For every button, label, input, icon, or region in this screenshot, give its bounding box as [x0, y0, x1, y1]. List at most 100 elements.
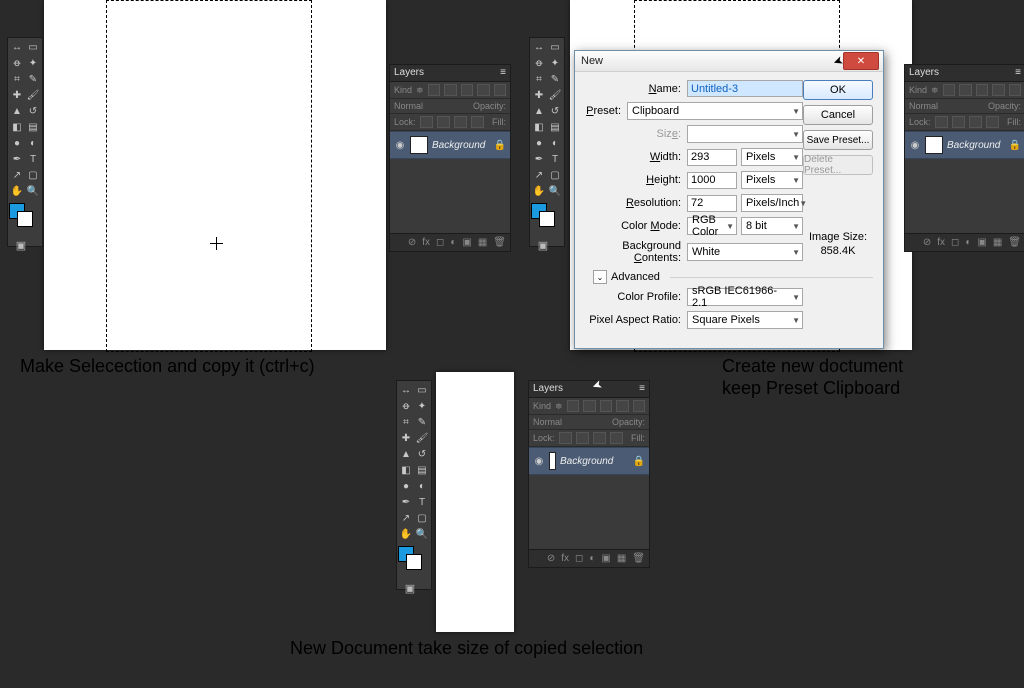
- link-layers-icon[interactable]: ⊘: [408, 237, 416, 248]
- trash-icon[interactable]: 🗑: [1008, 237, 1021, 248]
- layer-row-background[interactable]: ◉ Background 🔒: [905, 131, 1024, 159]
- move-tool-icon[interactable]: ↔: [10, 40, 24, 54]
- group-icon[interactable]: ▣: [977, 237, 986, 248]
- lock-pixel-icon[interactable]: [437, 116, 450, 128]
- filter-pixel-icon[interactable]: [567, 400, 579, 412]
- lock-pixel-icon[interactable]: [952, 116, 965, 128]
- preset-select[interactable]: Clipboard▼: [627, 102, 803, 120]
- width-field[interactable]: [687, 149, 737, 166]
- brush-tool-icon[interactable]: 🖌: [26, 88, 40, 102]
- layer-name-label[interactable]: Background: [560, 456, 629, 467]
- lock-all-icon[interactable]: [986, 116, 999, 128]
- gradient-tool-icon[interactable]: ▤: [26, 120, 40, 134]
- stamp-tool-icon[interactable]: ▲: [10, 104, 24, 118]
- shape-tool-icon[interactable]: ▢: [415, 511, 429, 525]
- close-icon[interactable]: ✕: [843, 52, 879, 70]
- healing-tool-icon[interactable]: ✚: [10, 88, 24, 102]
- gradient-tool-icon[interactable]: ▤: [415, 463, 429, 477]
- wand-tool-icon[interactable]: ✦: [548, 56, 562, 70]
- save-preset-button[interactable]: Save Preset...: [803, 130, 873, 150]
- link-layers-icon[interactable]: ⊘: [547, 553, 555, 564]
- eraser-tool-icon[interactable]: ◧: [399, 463, 413, 477]
- crop-tool-icon[interactable]: ⌗: [10, 72, 24, 86]
- dodge-tool-icon[interactable]: ◐: [26, 136, 40, 150]
- quick-mask-icon[interactable]: ▣: [9, 239, 33, 252]
- panel-menu-icon[interactable]: ≡: [639, 383, 645, 395]
- pen-tool-icon[interactable]: ✒: [532, 152, 546, 166]
- layers-tab[interactable]: Layers: [909, 67, 939, 79]
- trash-icon[interactable]: 🗑: [493, 237, 506, 248]
- lock-all-icon[interactable]: [610, 432, 623, 444]
- shape-tool-icon[interactable]: ▢: [548, 168, 562, 182]
- wand-tool-icon[interactable]: ✦: [415, 399, 429, 413]
- bit-depth-select[interactable]: 8 bit▼: [741, 217, 803, 235]
- hand-tool-icon[interactable]: ✋: [10, 184, 24, 198]
- layer-style-icon[interactable]: fx: [422, 237, 430, 248]
- filter-pixel-icon[interactable]: [943, 84, 955, 96]
- blur-tool-icon[interactable]: ●: [532, 136, 546, 150]
- filter-smart-icon[interactable]: [633, 400, 645, 412]
- layer-mask-icon[interactable]: ◻: [436, 237, 444, 248]
- blur-tool-icon[interactable]: ●: [10, 136, 24, 150]
- layers-tab[interactable]: Layers: [533, 383, 563, 395]
- hand-tool-icon[interactable]: ✋: [532, 184, 546, 198]
- lock-pos-icon[interactable]: [593, 432, 606, 444]
- background-color-swatch[interactable]: [539, 211, 555, 227]
- new-layer-icon[interactable]: ▦: [617, 553, 626, 564]
- resolution-field[interactable]: [687, 195, 737, 212]
- lock-trans-icon[interactable]: [420, 116, 433, 128]
- panel-menu-icon[interactable]: ≡: [500, 67, 506, 79]
- filter-adjust-icon[interactable]: [583, 400, 595, 412]
- height-unit-select[interactable]: Pixels▼: [741, 171, 803, 189]
- zoom-tool-icon[interactable]: 🔍: [548, 184, 562, 198]
- layer-name-label[interactable]: Background: [432, 140, 490, 151]
- group-icon[interactable]: ▣: [601, 553, 610, 564]
- crop-tool-icon[interactable]: ⌗: [532, 72, 546, 86]
- layer-row-background[interactable]: ◉ Background 🔒: [529, 447, 649, 475]
- filter-smart-icon[interactable]: [1009, 84, 1021, 96]
- layers-tab[interactable]: Layers: [394, 67, 424, 79]
- panel-menu-icon[interactable]: ≡: [1015, 67, 1021, 79]
- stamp-tool-icon[interactable]: ▲: [532, 104, 546, 118]
- history-brush-icon[interactable]: ↺: [548, 104, 562, 118]
- eraser-tool-icon[interactable]: ◧: [532, 120, 546, 134]
- lock-icon[interactable]: 🔒: [494, 140, 506, 151]
- color-profile-select[interactable]: sRGB IEC61966-2.1▼: [687, 288, 803, 306]
- marquee-tool-icon[interactable]: ▭: [548, 40, 562, 54]
- brush-tool-icon[interactable]: 🖌: [415, 431, 429, 445]
- visibility-icon[interactable]: ◉: [909, 139, 921, 151]
- filter-adjust-icon[interactable]: [959, 84, 971, 96]
- filter-adjust-icon[interactable]: [444, 84, 456, 96]
- background-color-swatch[interactable]: [406, 554, 422, 570]
- filter-pixel-icon[interactable]: [428, 84, 440, 96]
- gradient-tool-icon[interactable]: ▤: [548, 120, 562, 134]
- filter-type-icon[interactable]: [976, 84, 988, 96]
- width-unit-select[interactable]: Pixels▼: [741, 148, 803, 166]
- ok-button[interactable]: OK: [803, 80, 873, 100]
- par-select[interactable]: Square Pixels▼: [687, 311, 803, 329]
- blend-mode-select[interactable]: Normal: [533, 417, 562, 427]
- height-field[interactable]: [687, 172, 737, 189]
- eyedropper-tool-icon[interactable]: ✎: [548, 72, 562, 86]
- layer-mask-icon[interactable]: ◻: [575, 553, 583, 564]
- eyedropper-tool-icon[interactable]: ✎: [26, 72, 40, 86]
- dodge-tool-icon[interactable]: ◐: [548, 136, 562, 150]
- layer-name-label[interactable]: Background: [947, 140, 1005, 151]
- group-icon[interactable]: ▣: [462, 237, 471, 248]
- pen-tool-icon[interactable]: ✒: [10, 152, 24, 166]
- visibility-icon[interactable]: ◉: [394, 139, 406, 151]
- layer-mask-icon[interactable]: ◻: [951, 237, 959, 248]
- zoom-tool-icon[interactable]: 🔍: [26, 184, 40, 198]
- color-mode-select[interactable]: RGB Color▼: [687, 217, 737, 235]
- history-brush-icon[interactable]: ↺: [415, 447, 429, 461]
- new-layer-icon[interactable]: ▦: [478, 237, 487, 248]
- crop-tool-icon[interactable]: ⌗: [399, 415, 413, 429]
- quick-mask-icon[interactable]: ▣: [398, 582, 422, 595]
- filter-type-icon[interactable]: [461, 84, 473, 96]
- blur-tool-icon[interactable]: ●: [399, 479, 413, 493]
- dodge-tool-icon[interactable]: ◐: [415, 479, 429, 493]
- layer-style-icon[interactable]: fx: [937, 237, 945, 248]
- zoom-tool-icon[interactable]: 🔍: [415, 527, 429, 541]
- marquee-tool-icon[interactable]: ▭: [26, 40, 40, 54]
- pen-tool-icon[interactable]: ✒: [399, 495, 413, 509]
